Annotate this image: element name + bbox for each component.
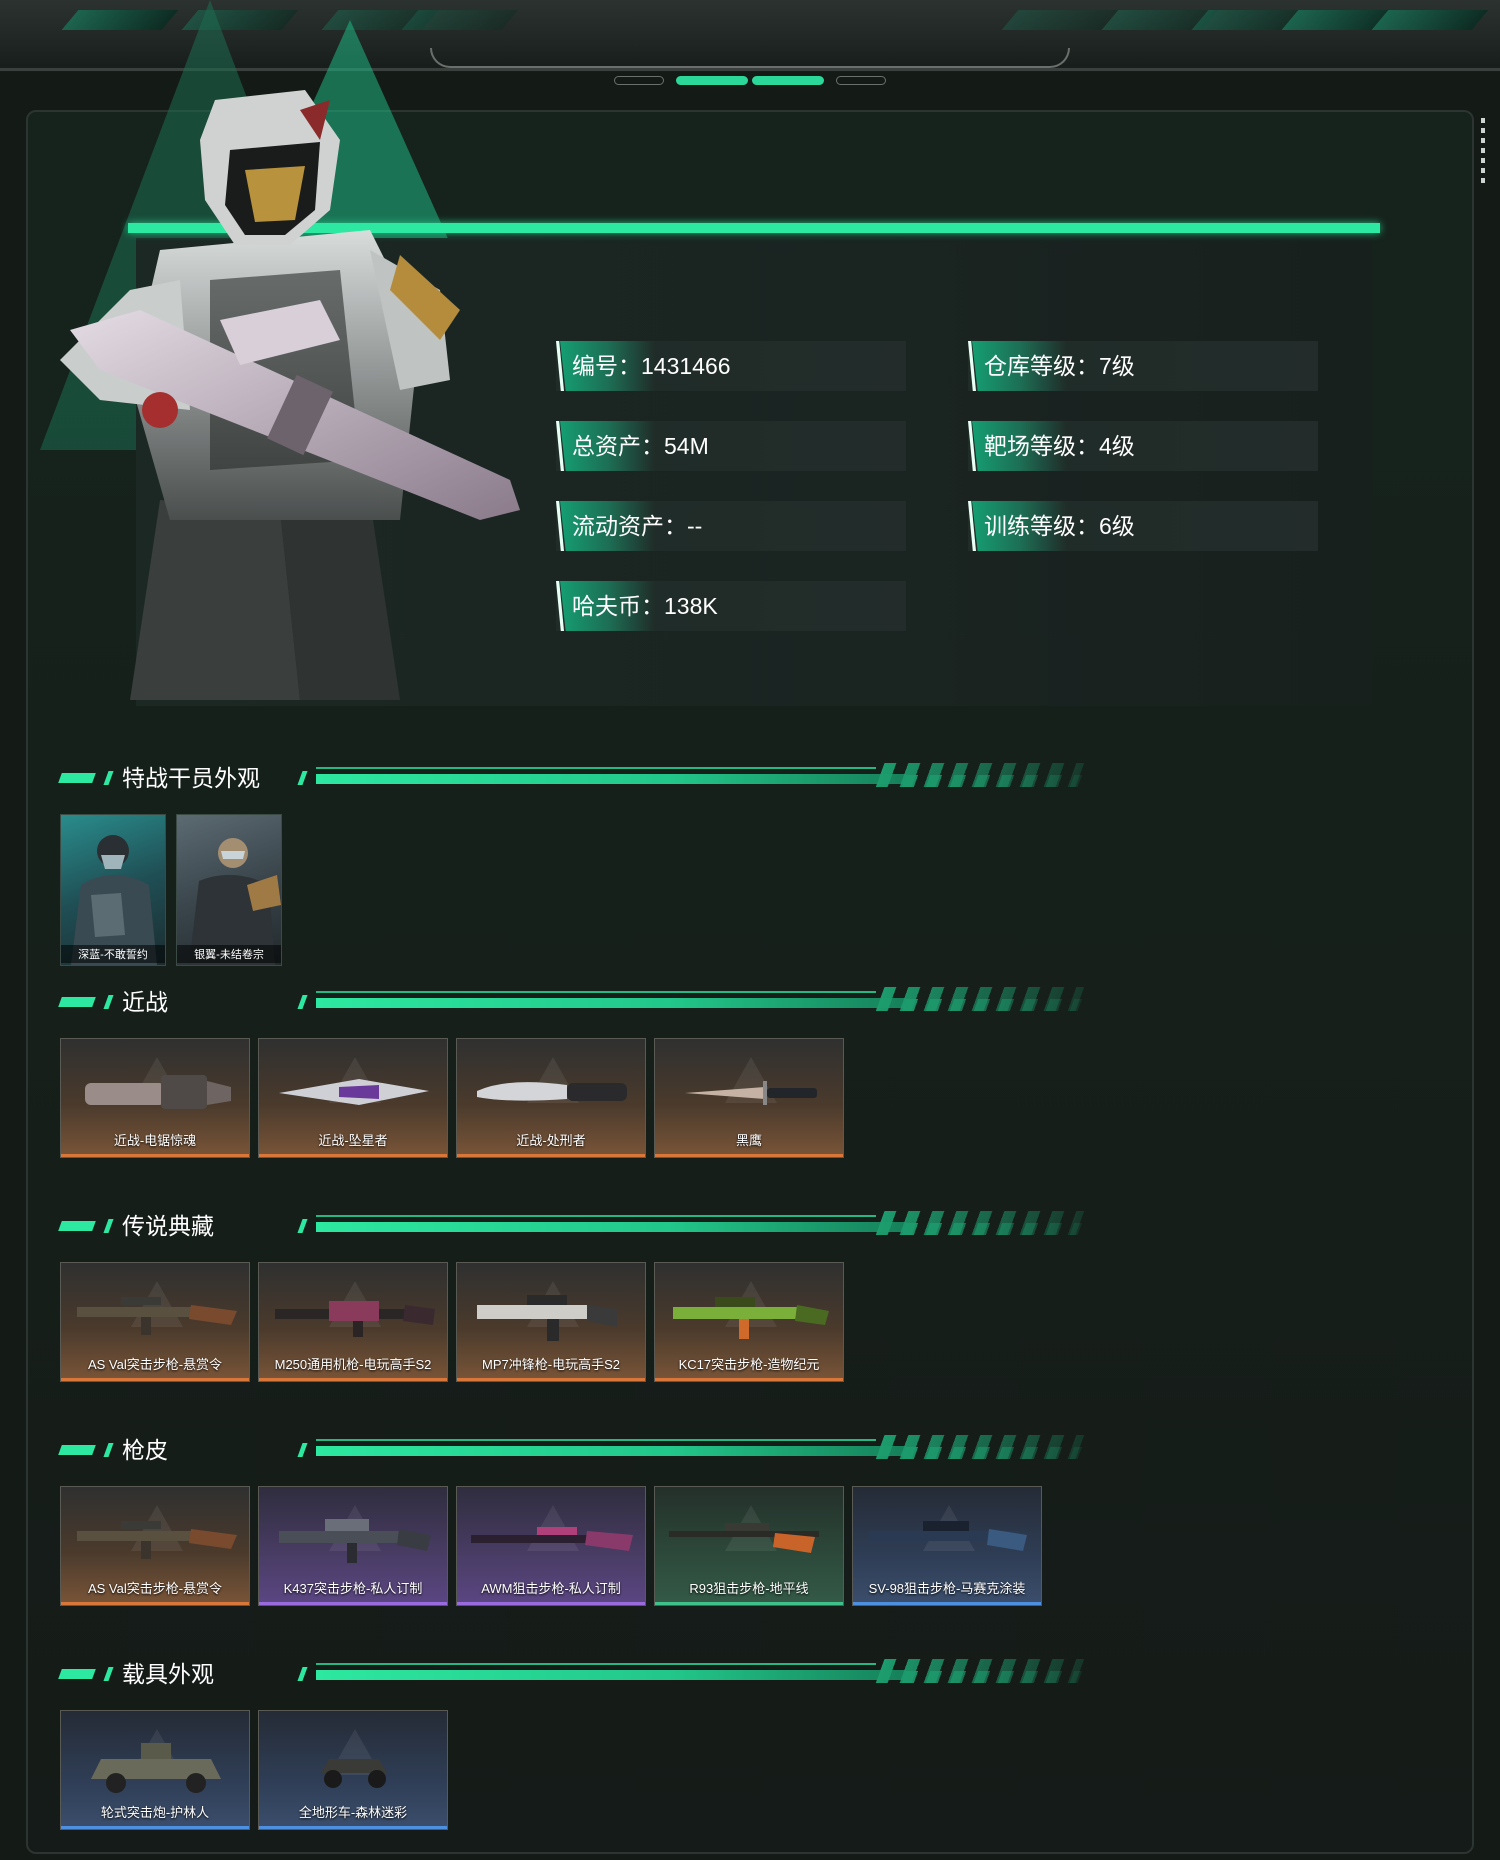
knife-icon bbox=[477, 1082, 627, 1101]
operator-portrait bbox=[60, 90, 520, 700]
armored-vehicle-icon bbox=[91, 1743, 221, 1793]
item-name: 轮式突击炮-护林人 bbox=[100, 1805, 210, 1820]
stat-label: 仓库等级：7级 bbox=[984, 353, 1135, 379]
rifle-icon bbox=[77, 1521, 237, 1559]
machine-gun-icon bbox=[275, 1301, 435, 1337]
item-name: AS Val突击步枪-悬赏令 bbox=[87, 1581, 223, 1596]
blade-icon bbox=[279, 1079, 429, 1105]
section-title: 传说典藏 bbox=[122, 1213, 214, 1239]
item-name: 近战-电锯惊魂 bbox=[113, 1133, 197, 1148]
item-card[interactable]: R93狙击步枪-地平线 bbox=[654, 1486, 844, 1606]
item-name: AWM狙击步枪-私人订制 bbox=[481, 1581, 621, 1596]
section-header-operators: 特战干员外观 bbox=[58, 763, 1085, 793]
assault-rifle-icon bbox=[279, 1519, 431, 1563]
item-card[interactable]: AS Val突击步枪-悬赏令 bbox=[60, 1262, 250, 1382]
section-header-vehicles: 载具外观 bbox=[58, 1659, 1085, 1689]
atv-icon bbox=[321, 1759, 387, 1788]
assault-rifle-icon bbox=[673, 1297, 829, 1339]
item-name: K437突击步枪-私人订制 bbox=[283, 1581, 423, 1596]
item-card[interactable]: 近战-电锯惊魂 bbox=[60, 1038, 250, 1158]
stat-liquid-assets: 流动资产：-- bbox=[556, 501, 906, 551]
item-card[interactable]: 轮式突击炮-护林人 bbox=[60, 1710, 250, 1830]
item-card[interactable]: AS Val突击步枪-悬赏令 bbox=[60, 1486, 250, 1606]
page-indicator bbox=[614, 76, 664, 85]
item-card[interactable]: M250通用机枪-电玩高手S2 bbox=[258, 1262, 448, 1382]
item-name: R93狙击步枪-地平线 bbox=[689, 1581, 809, 1596]
operator-name: 深蓝-不敢誓约 bbox=[61, 945, 165, 963]
stat-label: 编号：1431466 bbox=[572, 353, 731, 379]
operator-figure-icon bbox=[71, 835, 157, 965]
item-card[interactable]: MP7冲锋枪-电玩高手S2 bbox=[456, 1262, 646, 1382]
item-name: AS Val突击步枪-悬赏令 bbox=[87, 1357, 223, 1372]
section-title: 近战 bbox=[122, 989, 168, 1015]
stat-training-level: 训练等级：6级 bbox=[968, 501, 1318, 551]
stat-label: 哈夫币：138K bbox=[572, 593, 718, 619]
rifle-icon bbox=[77, 1297, 237, 1335]
item-card[interactable]: 黑鹰 bbox=[654, 1038, 844, 1158]
item-name: 近战-坠星者 bbox=[318, 1133, 388, 1148]
stat-range-level: 靶场等级：4级 bbox=[968, 421, 1318, 471]
item-name: M250通用机枪-电玩高手S2 bbox=[274, 1357, 432, 1372]
stat-havoc-coins: 哈夫币：138K bbox=[556, 581, 906, 631]
item-card[interactable]: SV-98狙击步枪-马赛克涂装 bbox=[852, 1486, 1042, 1606]
operator-card[interactable]: 深蓝-不敢誓约 bbox=[60, 814, 166, 966]
dagger-icon bbox=[685, 1081, 817, 1105]
section-header-melee: 近战 bbox=[58, 987, 1085, 1017]
page-indicator-active bbox=[676, 76, 748, 85]
stat-player-id: 编号：1431466 bbox=[556, 341, 906, 391]
section-title: 载具外观 bbox=[122, 1661, 214, 1687]
item-name: 近战-处刑者 bbox=[516, 1133, 586, 1148]
chainsaw-icon bbox=[85, 1075, 231, 1109]
item-card[interactable]: 全地形车-森林迷彩 bbox=[258, 1710, 448, 1830]
section-header-legendary: 传说典藏 bbox=[58, 1211, 1085, 1241]
item-name: 黑鹰 bbox=[735, 1133, 762, 1148]
sniper-rifle-icon bbox=[471, 1527, 633, 1551]
sniper-rifle-icon bbox=[869, 1521, 1027, 1551]
section-title: 特战干员外观 bbox=[122, 765, 260, 791]
item-name: SV-98狙击步枪-马赛克涂装 bbox=[868, 1581, 1026, 1596]
operator-name: 银翼-未结卷宗 bbox=[177, 945, 281, 963]
item-card[interactable]: K437突击步枪-私人订制 bbox=[258, 1486, 448, 1606]
item-card[interactable]: 近战-处刑者 bbox=[456, 1038, 646, 1158]
item-name: MP7冲锋枪-电玩高手S2 bbox=[482, 1357, 620, 1372]
smg-icon bbox=[477, 1295, 617, 1341]
section-header-skins: 枪皮 bbox=[58, 1435, 1085, 1465]
item-card[interactable]: KC17突击步枪-造物纪元 bbox=[654, 1262, 844, 1382]
stat-warehouse-level: 仓库等级：7级 bbox=[968, 341, 1318, 391]
stat-total-assets: 总资产：54M bbox=[556, 421, 906, 471]
scroll-dots-icon bbox=[1481, 118, 1485, 184]
section-title: 枪皮 bbox=[122, 1437, 168, 1463]
stat-label: 流动资产：-- bbox=[572, 513, 703, 539]
item-card[interactable]: 近战-坠星者 bbox=[258, 1038, 448, 1158]
operator-figure-icon bbox=[189, 838, 281, 965]
stat-label: 训练等级：6级 bbox=[984, 513, 1135, 539]
sniper-rifle-icon bbox=[669, 1523, 819, 1553]
page-indicator-active bbox=[752, 76, 824, 85]
item-name: 全地形车-森林迷彩 bbox=[298, 1805, 408, 1820]
item-card[interactable]: AWM狙击步枪-私人订制 bbox=[456, 1486, 646, 1606]
stat-label: 总资产：54M bbox=[572, 433, 709, 459]
stat-label: 靶场等级：4级 bbox=[984, 433, 1135, 459]
item-name: KC17突击步枪-造物纪元 bbox=[678, 1357, 820, 1372]
operator-card[interactable]: 银翼-未结卷宗 bbox=[176, 814, 282, 966]
page-indicator bbox=[836, 76, 886, 85]
